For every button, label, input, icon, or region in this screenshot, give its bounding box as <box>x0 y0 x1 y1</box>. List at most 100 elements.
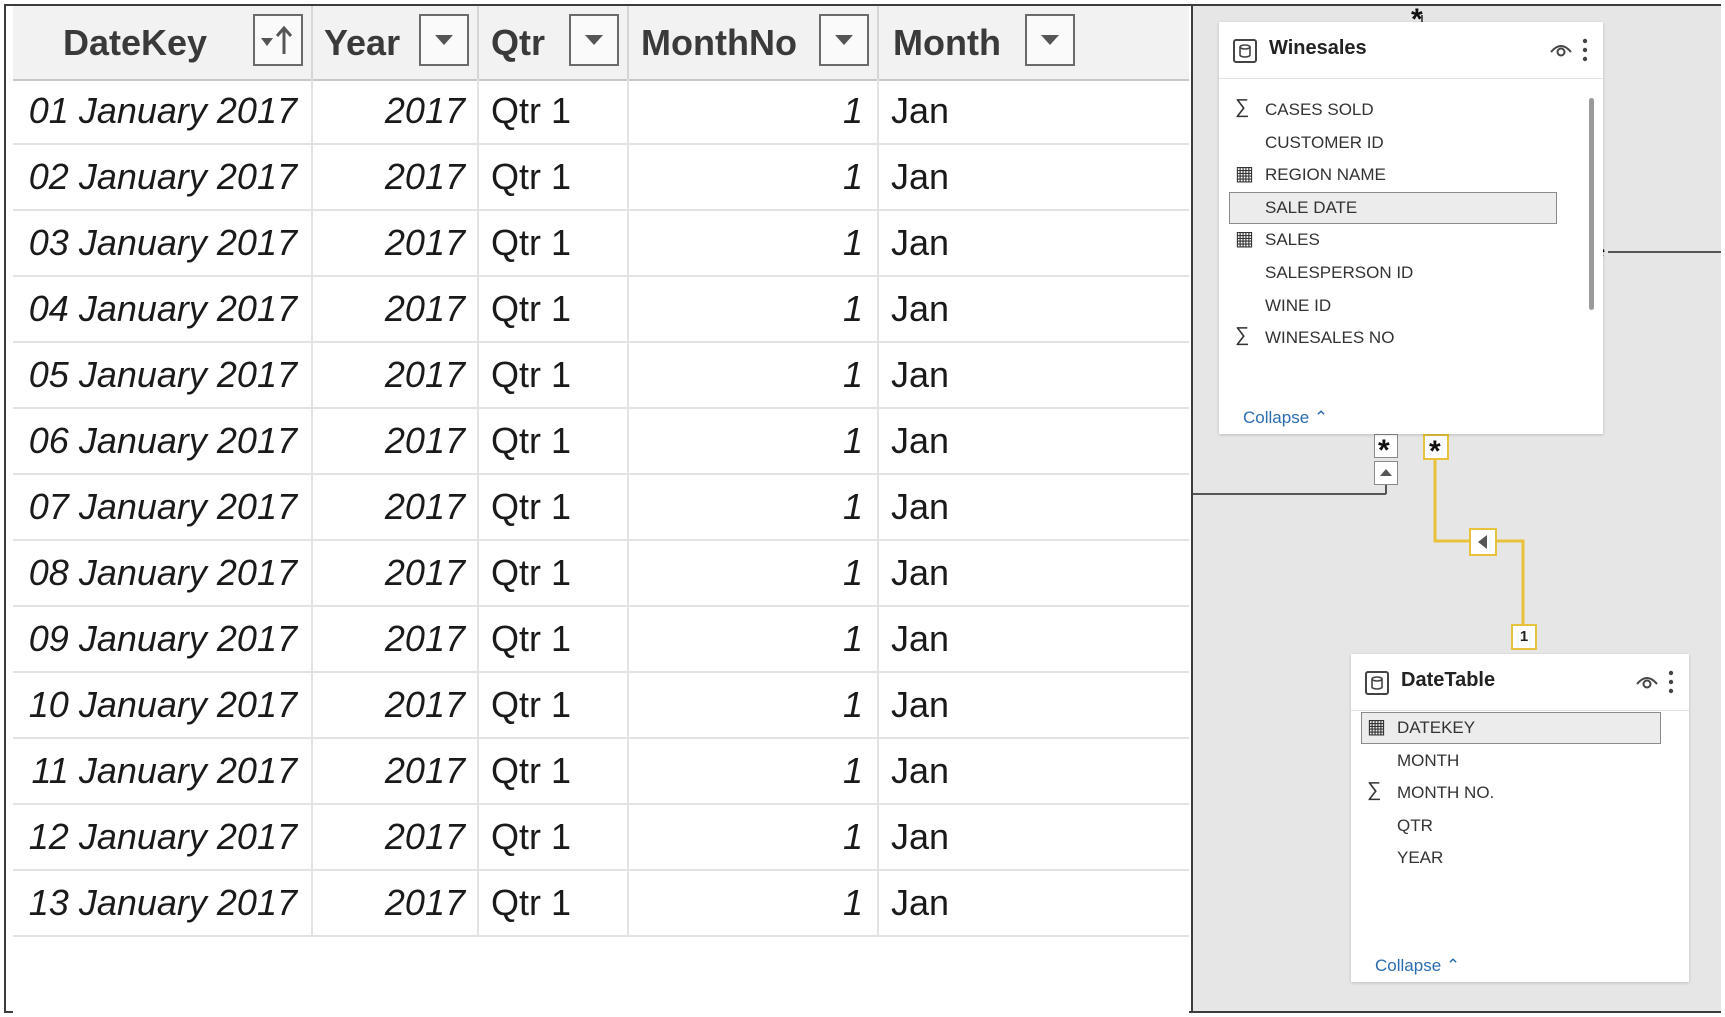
field-item[interactable]: MONTH NO. <box>1397 783 1494 803</box>
cell-monthno[interactable]: 1 <box>629 211 879 275</box>
cell-year[interactable]: 2017 <box>313 871 479 935</box>
collapse-link[interactable]: Collapse ⌃ <box>1375 956 1460 976</box>
column-header-month[interactable]: Month <box>879 6 1189 79</box>
cell-qtr[interactable]: Qtr 1 <box>479 739 629 803</box>
eye-icon[interactable] <box>1635 672 1659 692</box>
cell-datekey[interactable]: 11 January 2017 <box>13 739 313 803</box>
table-row[interactable]: 03 January 2017 2017 Qtr 1 1 Jan <box>13 211 1189 277</box>
cell-month[interactable]: Jan <box>879 541 1189 605</box>
column-header-datekey[interactable]: DateKey <box>13 6 313 79</box>
cell-month[interactable]: Jan <box>879 211 1189 275</box>
cell-month[interactable]: Jan <box>879 871 1189 935</box>
cell-month[interactable]: Jan <box>879 79 1189 143</box>
cell-month[interactable]: Jan <box>879 805 1189 869</box>
field-item[interactable]: MONTH <box>1397 751 1459 771</box>
cell-qtr[interactable]: Qtr 1 <box>479 145 629 209</box>
cell-month[interactable]: Jan <box>879 277 1189 341</box>
cell-monthno[interactable]: 1 <box>629 409 879 473</box>
field-item[interactable]: WINE ID <box>1265 296 1331 316</box>
field-item[interactable]: QTR <box>1397 816 1433 836</box>
field-item[interactable]: CASES SOLD <box>1265 100 1374 120</box>
cell-datekey[interactable]: 10 January 2017 <box>13 673 313 737</box>
cell-qtr[interactable]: Qtr 1 <box>479 409 629 473</box>
cell-year[interactable]: 2017 <box>313 145 479 209</box>
cell-monthno[interactable]: 1 <box>629 79 879 143</box>
table-row[interactable]: 04 January 2017 2017 Qtr 1 1 Jan <box>13 277 1189 343</box>
table-row[interactable]: 10 January 2017 2017 Qtr 1 1 Jan <box>13 673 1189 739</box>
cell-year[interactable]: 2017 <box>313 805 479 869</box>
cell-year[interactable]: 2017 <box>313 409 479 473</box>
cell-monthno[interactable]: 1 <box>629 541 879 605</box>
field-item[interactable]: YEAR <box>1397 848 1443 868</box>
cell-monthno[interactable]: 1 <box>629 277 879 341</box>
table-row[interactable]: 12 January 2017 2017 Qtr 1 1 Jan <box>13 805 1189 871</box>
cross-filter-left-icon[interactable] <box>1469 528 1497 556</box>
table-card-winesales[interactable]: Winesales ∑ CASES SOLD CUSTOMER ID ▦ REGION … <box>1219 22 1603 434</box>
cell-month[interactable]: Jan <box>879 607 1189 671</box>
dropdown-icon[interactable] <box>819 14 869 66</box>
field-item[interactable]: WINESALES NO <box>1265 328 1394 348</box>
cell-qtr[interactable]: Qtr 1 <box>479 277 629 341</box>
cell-year[interactable]: 2017 <box>313 475 479 539</box>
cell-qtr[interactable]: Qtr 1 <box>479 805 629 869</box>
more-options-icon[interactable] <box>1581 36 1589 64</box>
field-item[interactable]: SALESPERSON ID <box>1265 263 1413 283</box>
more-options-icon[interactable] <box>1667 668 1675 696</box>
cell-year[interactable]: 2017 <box>313 673 479 737</box>
cell-qtr[interactable]: Qtr 1 <box>479 475 629 539</box>
cell-datekey[interactable]: 06 January 2017 <box>13 409 313 473</box>
table-row[interactable]: 02 January 2017 2017 Qtr 1 1 Jan <box>13 145 1189 211</box>
cell-year[interactable]: 2017 <box>313 541 479 605</box>
field-item[interactable]: REGION NAME <box>1265 165 1386 185</box>
cell-datekey[interactable]: 07 January 2017 <box>13 475 313 539</box>
cell-monthno[interactable]: 1 <box>629 805 879 869</box>
cell-year[interactable]: 2017 <box>313 343 479 407</box>
cell-datekey[interactable]: 02 January 2017 <box>13 145 313 209</box>
cell-qtr[interactable]: Qtr 1 <box>479 673 629 737</box>
table-row[interactable]: 09 January 2017 2017 Qtr 1 1 Jan <box>13 607 1189 673</box>
column-header-year[interactable]: Year <box>313 6 479 79</box>
cell-monthno[interactable]: 1 <box>629 475 879 539</box>
cell-qtr[interactable]: Qtr 1 <box>479 211 629 275</box>
cell-month[interactable]: Jan <box>879 409 1189 473</box>
cell-month[interactable]: Jan <box>879 343 1189 407</box>
cell-qtr[interactable]: Qtr 1 <box>479 871 629 935</box>
cell-monthno[interactable]: 1 <box>629 343 879 407</box>
cell-month[interactable]: Jan <box>879 145 1189 209</box>
cell-datekey[interactable]: 04 January 2017 <box>13 277 313 341</box>
eye-icon[interactable] <box>1549 40 1573 60</box>
cell-datekey[interactable]: 03 January 2017 <box>13 211 313 275</box>
dropdown-icon[interactable] <box>1025 14 1075 66</box>
cell-datekey[interactable]: 01 January 2017 <box>13 79 313 143</box>
cell-monthno[interactable]: 1 <box>629 145 879 209</box>
cell-monthno[interactable]: 1 <box>629 871 879 935</box>
cell-month[interactable]: Jan <box>879 475 1189 539</box>
table-row[interactable]: 07 January 2017 2017 Qtr 1 1 Jan <box>13 475 1189 541</box>
table-row[interactable]: 06 January 2017 2017 Qtr 1 1 Jan <box>13 409 1189 475</box>
field-item[interactable]: SALES <box>1265 230 1320 250</box>
table-row[interactable]: 08 January 2017 2017 Qtr 1 1 Jan <box>13 541 1189 607</box>
cell-year[interactable]: 2017 <box>313 607 479 671</box>
field-item[interactable]: DATEKEY <box>1397 718 1475 738</box>
cell-datekey[interactable]: 13 January 2017 <box>13 871 313 935</box>
table-row[interactable]: 05 January 2017 2017 Qtr 1 1 Jan <box>13 343 1189 409</box>
sort-ascending-icon[interactable] <box>253 14 303 66</box>
cell-monthno[interactable]: 1 <box>629 673 879 737</box>
cell-qtr[interactable]: Qtr 1 <box>479 607 629 671</box>
table-row[interactable]: 11 January 2017 2017 Qtr 1 1 Jan <box>13 739 1189 805</box>
cell-qtr[interactable]: Qtr 1 <box>479 343 629 407</box>
table-row[interactable]: 13 January 2017 2017 Qtr 1 1 Jan <box>13 871 1189 937</box>
cell-datekey[interactable]: 05 January 2017 <box>13 343 313 407</box>
table-card-datetable[interactable]: DateTable ▦ DATEKEY MONTH ∑ MONTH NO. QTR YEAR… <box>1351 654 1689 982</box>
cell-year[interactable]: 2017 <box>313 739 479 803</box>
cell-monthno[interactable]: 1 <box>629 739 879 803</box>
field-item[interactable]: CUSTOMER ID <box>1265 133 1384 153</box>
column-header-qtr[interactable]: Qtr <box>479 6 629 79</box>
dropdown-icon[interactable] <box>419 14 469 66</box>
cell-year[interactable]: 2017 <box>313 79 479 143</box>
cell-month[interactable]: Jan <box>879 673 1189 737</box>
cell-year[interactable]: 2017 <box>313 211 479 275</box>
dropdown-icon[interactable] <box>569 14 619 66</box>
table-row[interactable]: 01 January 2017 2017 Qtr 1 1 Jan <box>13 79 1189 145</box>
cell-monthno[interactable]: 1 <box>629 607 879 671</box>
